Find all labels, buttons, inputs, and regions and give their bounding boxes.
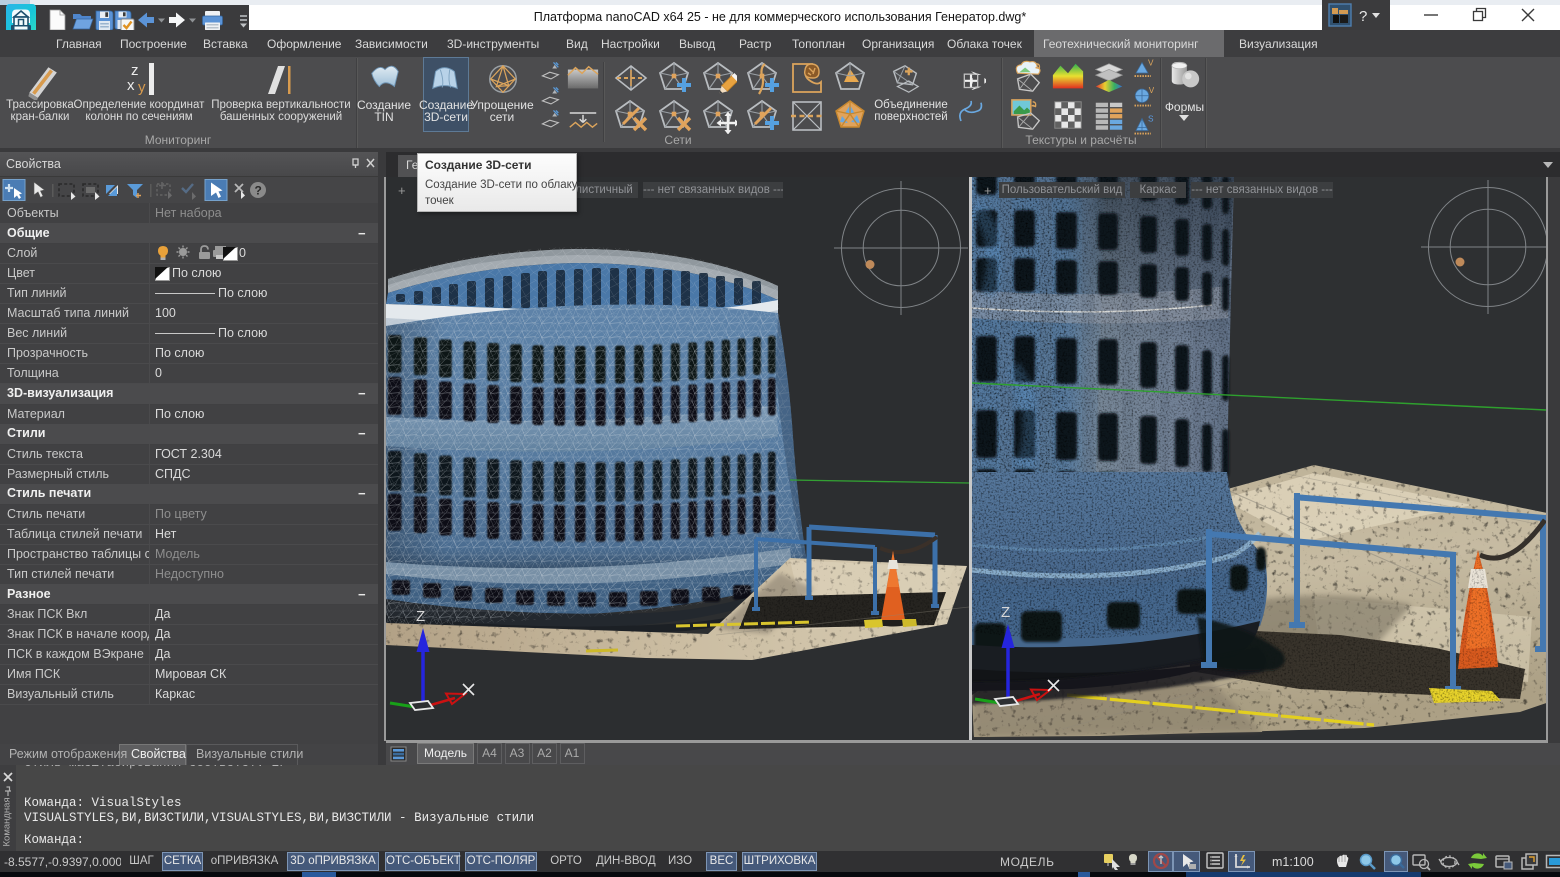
svg-text:?: ? (1359, 8, 1367, 25)
svg-text:V: V (1148, 59, 1154, 68)
svg-text:Z: Z (416, 608, 425, 625)
svg-text:m1:100: m1:100 (1272, 855, 1314, 869)
svg-text:Z: Z (1001, 604, 1010, 621)
svg-text:V: V (1149, 86, 1154, 95)
svg-text:y: y (138, 79, 146, 96)
svg-text:?: ? (255, 184, 262, 198)
svg-text:S: S (1148, 115, 1154, 124)
svg-text:x: x (127, 77, 135, 94)
